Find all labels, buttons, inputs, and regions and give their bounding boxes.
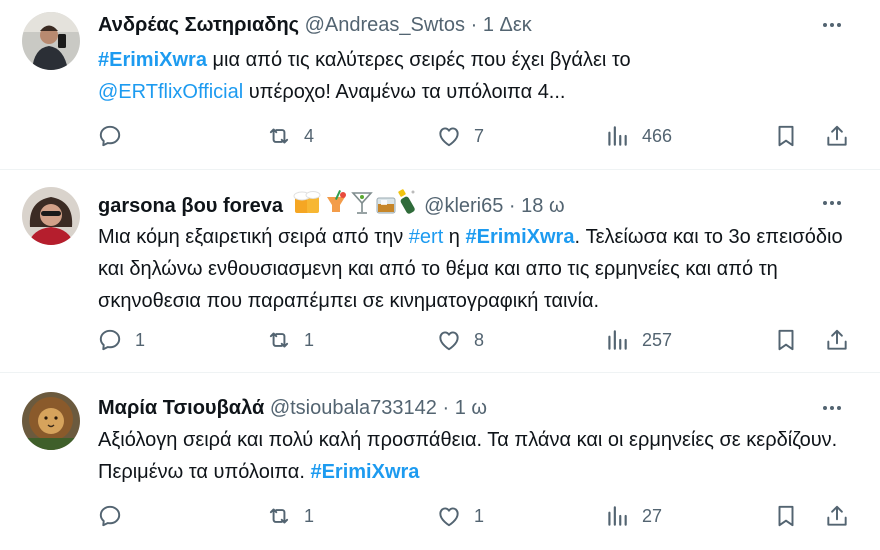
cocktail-emoji xyxy=(326,190,346,212)
like-count: 8 xyxy=(474,329,485,350)
separator-dot: · xyxy=(470,14,478,36)
views-icon xyxy=(608,506,627,526)
tweet-actions: 1 1 27 xyxy=(0,499,880,533)
like-button[interactable]: 8 xyxy=(436,323,484,357)
retweet-icon xyxy=(269,508,289,524)
display-name[interactable]: garsona βου foreva xyxy=(98,195,283,217)
more-icon[interactable] xyxy=(818,189,846,217)
martini-emoji xyxy=(350,192,373,214)
like-icon xyxy=(439,331,459,351)
separator-dot: · xyxy=(508,194,516,217)
share-icon xyxy=(827,329,847,350)
share-icon xyxy=(827,505,847,526)
retweet-count: 4 xyxy=(304,125,315,146)
bookmark-icon xyxy=(778,329,794,351)
share-button[interactable] xyxy=(824,323,850,357)
views-button[interactable]: 257 xyxy=(604,323,672,357)
like-icon xyxy=(439,127,459,147)
tweet[interactable]: garsona βου foreva @kleri65 · 18 ω Μια κ… xyxy=(0,170,880,373)
whiskey-emoji xyxy=(376,197,396,214)
retweet-icon xyxy=(269,332,289,348)
reply-icon xyxy=(99,505,121,527)
avatar[interactable] xyxy=(22,392,80,450)
like-count: 1 xyxy=(474,505,485,526)
avatar[interactable] xyxy=(22,187,80,245)
retweet-button[interactable]: 4 xyxy=(266,119,314,153)
share-icon xyxy=(827,125,847,146)
hashtag-link[interactable]: #ErimiXwra xyxy=(98,49,207,71)
tweet-header: Μαρία Τσιουβαλά @tsioubala733142 · 1 ω xyxy=(98,393,880,423)
retweet-button[interactable]: 1 xyxy=(266,499,314,533)
like-count: 7 xyxy=(474,125,485,146)
views-button[interactable]: 466 xyxy=(604,119,672,153)
retweet-count: 1 xyxy=(304,505,315,526)
reply-icon xyxy=(99,329,121,351)
tweet-text: Αξιόλογη σειρά και πολύ καλή προσπάθεια.… xyxy=(98,424,868,488)
tweet-text-segment: μια από τις καλύτερες σειρές που έχει βγ… xyxy=(206,49,631,71)
separator-dot: · xyxy=(442,397,450,419)
retweet-button[interactable]: 1 xyxy=(266,323,314,357)
tweet[interactable]: Ανδρέας Σωτηριαδης @Andreas_Swtos · 1 Δε… xyxy=(0,0,880,170)
timestamp[interactable]: 1 ω xyxy=(455,397,487,419)
hashtag-link[interactable]: #ErimiXwra xyxy=(310,461,419,483)
more-icon[interactable] xyxy=(818,394,846,422)
display-name[interactable]: Ανδρέας Σωτηριαδης xyxy=(98,14,299,36)
avatar[interactable] xyxy=(22,12,80,70)
name-emojis xyxy=(293,188,417,225)
bookmark-icon xyxy=(778,505,794,527)
views-count: 257 xyxy=(642,329,673,350)
user-handle[interactable]: @Andreas_Swtos xyxy=(305,14,465,36)
tweet[interactable]: Μαρία Τσιουβαλά @tsioubala733142 · 1 ω Α… xyxy=(0,373,880,550)
user-handle[interactable]: @tsioubala733142 xyxy=(270,397,437,419)
hashtag-link[interactable]: #ert xyxy=(409,226,443,248)
tweet-text: Μια κόμη εξαιρετική σειρά από την #ert η… xyxy=(98,221,868,317)
share-button[interactable] xyxy=(824,499,850,533)
reply-icon xyxy=(99,125,121,147)
bookmark-button[interactable] xyxy=(773,499,799,533)
like-icon xyxy=(439,507,459,527)
beer-emoji xyxy=(293,191,321,213)
bookmark-button[interactable] xyxy=(773,323,799,357)
retweet-icon xyxy=(269,128,289,144)
reply-count: 1 xyxy=(135,329,146,350)
views-count: 27 xyxy=(642,505,663,526)
tweet-actions: 4 7 466 xyxy=(0,119,880,153)
retweet-count: 1 xyxy=(304,329,315,350)
views-icon xyxy=(608,126,627,146)
reply-button[interactable] xyxy=(97,119,135,153)
tweet-text-segment: υπέροχο! Αναμένω τα υπόλοιπα 4... xyxy=(243,81,566,103)
champagne-emoji xyxy=(397,189,415,214)
tweet-actions: 1 1 8 257 xyxy=(0,323,880,357)
display-name[interactable]: Μαρία Τσιουβαλά xyxy=(98,397,264,419)
mention-link[interactable]: @ERTflixOfficial xyxy=(98,81,243,103)
reply-button[interactable]: 1 xyxy=(97,323,145,357)
tweet-text-segment: Αξιόλογη σειρά και πολύ καλή προσπάθεια.… xyxy=(98,429,838,483)
like-button[interactable]: 1 xyxy=(436,499,484,533)
tweet-text: #ErimiXwra μια από τις καλύτερες σειρές … xyxy=(98,44,868,108)
tweet-header: garsona βου foreva @kleri65 · 18 ω xyxy=(98,188,880,218)
hashtag-link[interactable]: #ErimiXwra xyxy=(466,226,575,248)
like-button[interactable]: 7 xyxy=(436,119,484,153)
views-icon xyxy=(608,330,627,350)
share-button[interactable] xyxy=(824,119,850,153)
bookmark-button[interactable] xyxy=(773,119,799,153)
reply-button[interactable] xyxy=(97,499,135,533)
tweet-header: Ανδρέας Σωτηριαδης @Andreas_Swtos · 1 Δε… xyxy=(98,10,880,40)
views-count: 466 xyxy=(642,125,673,146)
timestamp[interactable]: 1 Δεκ xyxy=(483,14,532,36)
timestamp[interactable]: 18 ω xyxy=(521,195,564,217)
more-icon[interactable] xyxy=(818,11,846,39)
tweet-text-segment: Μια κόμη εξαιρετική σειρά από την xyxy=(98,226,409,248)
views-button[interactable]: 27 xyxy=(604,499,662,533)
bookmark-icon xyxy=(778,125,794,147)
user-handle[interactable]: @kleri65 xyxy=(424,195,503,217)
tweet-text-segment: η xyxy=(443,226,466,248)
